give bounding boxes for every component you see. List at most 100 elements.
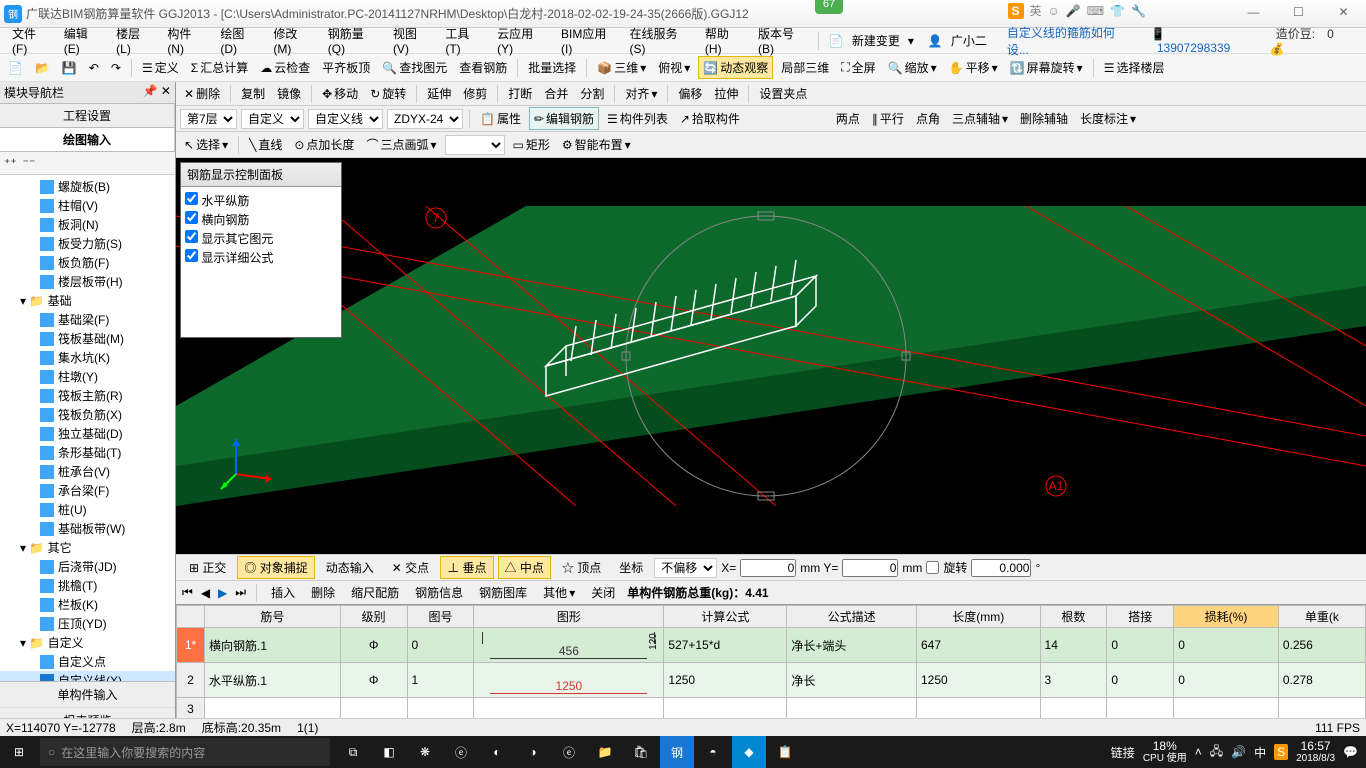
col-header[interactable]: 根数 <box>1040 606 1107 628</box>
col-header[interactable]: 筋号 <box>205 606 341 628</box>
delaux-button[interactable]: 删除辅轴 <box>1016 108 1072 129</box>
menu-draw[interactable]: 绘图(D) <box>214 23 265 58</box>
user-button[interactable]: 👤 广小二 <box>922 28 999 53</box>
tree-item[interactable]: 基础梁(F) <box>0 310 175 329</box>
ime-emoji-icon[interactable]: ☺ <box>1048 4 1060 18</box>
tree-item[interactable]: 板洞(N) <box>0 215 175 234</box>
start-button[interactable]: ⊞ <box>0 745 38 759</box>
rebar-table-wrap[interactable]: 筋号级别图号图形计算公式公式描述长度(mm)根数搭接损耗(%)单重(k 1*横向… <box>176 604 1366 734</box>
rotate-button[interactable]: ↻ 旋转 <box>366 83 410 104</box>
hint-link[interactable]: 自定义线的箍筋如何设... <box>1001 22 1137 60</box>
pickup-button[interactable]: ↗ 拾取构件 <box>676 108 744 129</box>
undo-icon[interactable]: ↶ <box>85 59 103 77</box>
open-file-icon[interactable]: 📂 <box>31 59 54 77</box>
store-icon[interactable]: 🛍 <box>624 736 658 768</box>
tree-item[interactable]: 桩(U) <box>0 500 175 519</box>
next-icon[interactable]: ▶ <box>218 586 227 600</box>
col-header[interactable]: 图号 <box>407 606 474 628</box>
app-icon-2[interactable]: ❋ <box>408 736 442 768</box>
tree-item[interactable]: 后浇带(JD) <box>0 557 175 576</box>
new-change-button[interactable]: 📄 新建变更 ▾ <box>823 28 920 53</box>
insert-row-button[interactable]: 插入 <box>267 582 299 603</box>
x-input[interactable] <box>740 559 796 577</box>
arc-option[interactable] <box>445 135 505 155</box>
tree-item[interactable]: 自定义点 <box>0 652 175 671</box>
last-icon[interactable]: ⏭ <box>235 585 246 600</box>
col-header[interactable]: 计算公式 <box>664 606 787 628</box>
edge-icon[interactable]: ⓔ <box>552 736 586 768</box>
ime-mic-icon[interactable]: 🎤 <box>1066 4 1081 18</box>
mid-toggle[interactable]: △ 中点 <box>498 556 551 579</box>
smart-button[interactable]: ⚙ 智能布置 ▾ <box>558 134 635 155</box>
tree-item[interactable]: 楼层板带(H) <box>0 272 175 291</box>
explorer-icon[interactable]: 📁 <box>588 736 622 768</box>
tray-net-icon[interactable]: 🖧 <box>1210 742 1223 763</box>
tree-item[interactable]: 桩承台(V) <box>0 462 175 481</box>
taskview-icon[interactable]: ⧉ <box>336 736 370 768</box>
topview-button[interactable]: 俯视 ▾ <box>654 57 694 78</box>
setclamp-button[interactable]: 设置夹点 <box>755 83 811 104</box>
menu-view[interactable]: 视图(V) <box>387 23 437 58</box>
cpu-meter[interactable]: 18%CPU 使用 <box>1143 740 1187 764</box>
collapse-icon[interactable]: ⁻⁻ <box>23 156 36 170</box>
tree-item[interactable]: 板负筋(F) <box>0 253 175 272</box>
menu-version[interactable]: 版本号(B) <box>752 23 814 58</box>
minimize-button[interactable]: — <box>1231 0 1276 24</box>
ime-skin-icon[interactable]: 👕 <box>1110 4 1125 18</box>
break-button[interactable]: 打断 <box>504 83 536 104</box>
attr-button[interactable]: 📋 属性 <box>476 108 525 129</box>
vertex-toggle[interactable]: ☆ 顶点 <box>555 556 608 579</box>
redo-icon[interactable]: ↷ <box>107 59 125 77</box>
rotate-input[interactable] <box>971 559 1031 577</box>
col-header[interactable]: 长度(mm) <box>917 606 1041 628</box>
col-header[interactable]: 单重(k <box>1278 606 1365 628</box>
delete-button[interactable]: ✕ 删除 <box>180 83 224 104</box>
tree-item[interactable]: 条形基础(T) <box>0 443 175 462</box>
scale-button[interactable]: 缩尺配筋 <box>347 582 403 603</box>
rebar-table[interactable]: 筋号级别图号图形计算公式公式描述长度(mm)根数搭接损耗(%)单重(k 1*横向… <box>176 605 1366 720</box>
notification-icon[interactable]: 💬 <box>1343 745 1358 759</box>
app-icon-6[interactable]: ◆ <box>732 736 766 768</box>
menu-component[interactable]: 构件(N) <box>161 23 212 58</box>
fullscreen-button[interactable]: ⛶ 全屏 <box>837 57 879 78</box>
display-option[interactable]: 水平纵筋 <box>185 191 337 210</box>
prev-icon[interactable]: ◀ <box>201 586 210 600</box>
menu-edit[interactable]: 编辑(E) <box>58 23 108 58</box>
menu-help[interactable]: 帮助(H) <box>699 23 750 58</box>
tree-item[interactable]: 自定义线(X) <box>0 671 175 681</box>
copy-button[interactable]: 复制 <box>237 83 269 104</box>
complist-button[interactable]: ☰ 构件列表 <box>603 108 672 129</box>
trim-button[interactable]: 修剪 <box>459 83 491 104</box>
osnap-toggle[interactable]: ◎ 对象捕捉 <box>237 556 314 579</box>
subcategory-select[interactable]: 自定义线 <box>308 109 383 129</box>
tree-item[interactable]: 挑檐(T) <box>0 576 175 595</box>
clock[interactable]: 16:572018/8/3 <box>1296 740 1335 764</box>
dimlen-button[interactable]: 长度标注 ▾ <box>1076 108 1140 129</box>
table-row[interactable]: 3 <box>177 698 1366 720</box>
rotate-checkbox[interactable] <box>926 561 939 574</box>
flatroof-button[interactable]: 平齐板顶 <box>318 57 374 78</box>
single-input-tab[interactable]: 单构件输入 <box>0 682 175 708</box>
app-icon-5[interactable]: ◓ <box>696 736 730 768</box>
col-header[interactable]: 级别 <box>340 606 407 628</box>
perp-toggle[interactable]: ⊥ 垂点 <box>440 556 493 579</box>
ime-tool-icon[interactable]: 🔧 <box>1131 4 1146 18</box>
tree-item[interactable]: 螺旋板(B) <box>0 177 175 196</box>
ime-keyboard-icon[interactable]: ⌨ <box>1087 4 1104 18</box>
menu-file[interactable]: 文件(F) <box>6 23 56 58</box>
tab-draw-input[interactable]: 绘图输入 <box>0 128 175 151</box>
mirror-button[interactable]: 镜像 <box>273 83 305 104</box>
pin-icon[interactable]: 📌 ✕ <box>143 84 171 101</box>
tree-item[interactable]: ▾ 📁 其它 <box>0 538 175 557</box>
ime-lang[interactable]: 英 <box>1030 2 1042 19</box>
col-header[interactable]: 搭接 <box>1107 606 1174 628</box>
tree-item[interactable]: 集水坑(K) <box>0 348 175 367</box>
display-option[interactable]: 显示其它图元 <box>185 229 337 248</box>
dynview-button[interactable]: 🔄 动态观察 <box>698 56 773 79</box>
batchsel-button[interactable]: 批量选择 <box>524 57 580 78</box>
new-file-icon[interactable]: 📄 <box>4 59 27 77</box>
close-table-button[interactable]: 关闭 <box>587 582 619 603</box>
rebarinfo-button[interactable]: 钢筋信息 <box>411 582 467 603</box>
twopt-button[interactable]: 两点 <box>832 108 864 129</box>
pan-button[interactable]: ✋ 平移 ▾ <box>945 57 1002 78</box>
